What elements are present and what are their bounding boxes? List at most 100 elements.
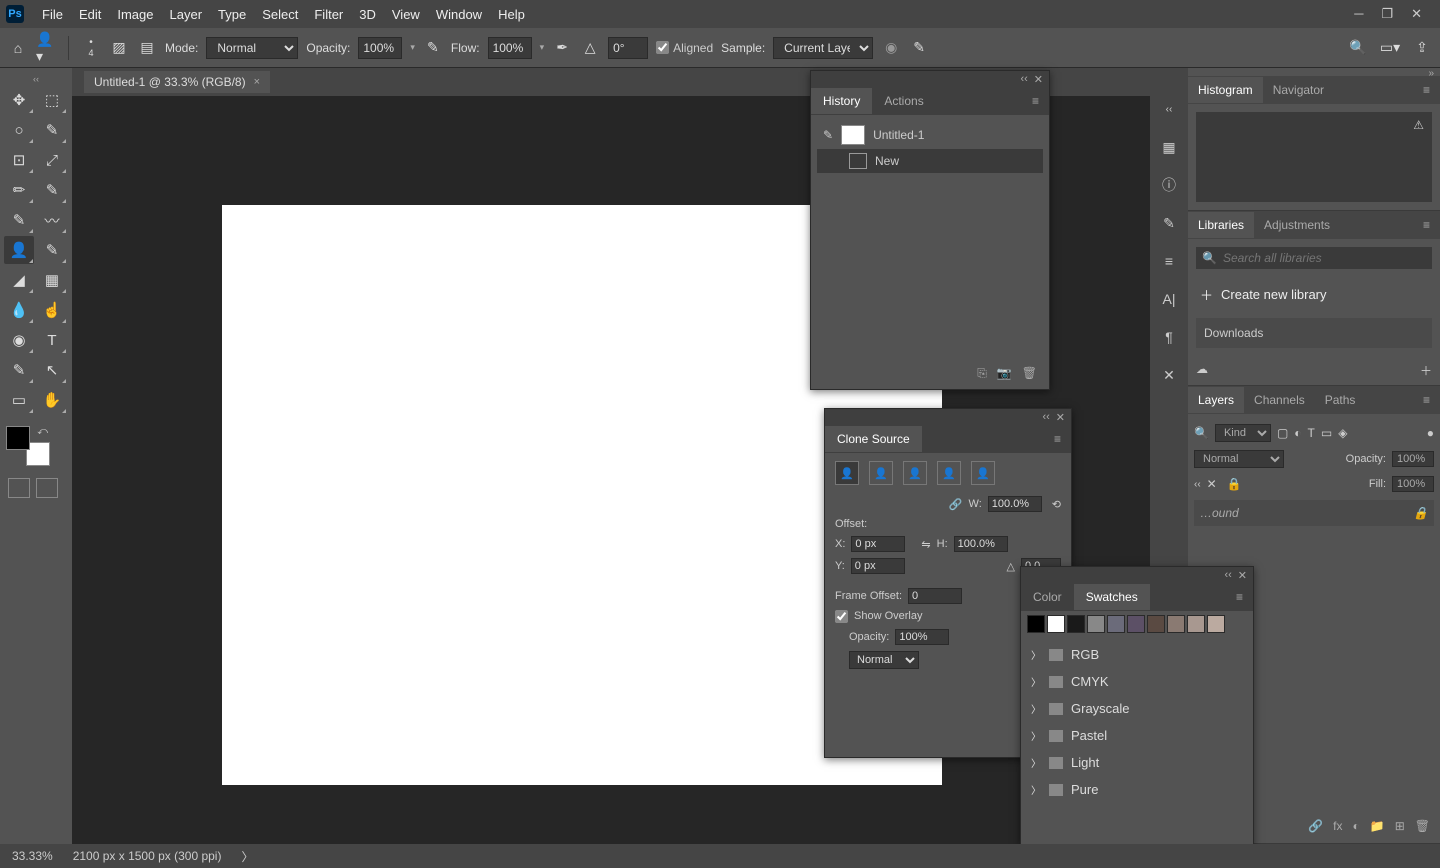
panel-collapse-icon[interactable]: ‹‹ (1020, 73, 1027, 85)
filter-pixel-icon[interactable]: ▢ (1277, 426, 1288, 440)
menu-image[interactable]: Image (109, 7, 161, 22)
tool-blur[interactable]: ▦ (37, 266, 67, 294)
filter-smart-icon[interactable]: ◈ (1338, 426, 1347, 440)
clone-y-input[interactable] (851, 558, 905, 574)
blend-mode-select[interactable]: Normal (206, 37, 298, 59)
tab-histogram[interactable]: Histogram (1188, 77, 1263, 103)
menu-layer[interactable]: Layer (162, 7, 211, 22)
panel-menu-icon[interactable]: ≡ (1413, 218, 1440, 232)
clone-source-3[interactable]: 👤 (903, 461, 927, 485)
swatch-color[interactable] (1087, 615, 1105, 633)
tool-path-select[interactable]: T (37, 326, 67, 354)
tab-paths[interactable]: Paths (1315, 387, 1366, 413)
library-search-input[interactable] (1223, 251, 1426, 265)
clone-height-input[interactable] (954, 536, 1008, 552)
tab-layers[interactable]: Layers (1188, 387, 1244, 413)
panel-close-icon[interactable]: ✕ (1056, 411, 1065, 424)
delete-layer-icon[interactable]: 🗑 (1415, 819, 1430, 833)
layer-background[interactable]: …ound 🔒 (1194, 500, 1434, 526)
swatch-folder-grayscale[interactable]: 〉Grayscale (1021, 695, 1253, 722)
minimize-icon[interactable]: ─ (1354, 6, 1363, 22)
reset-icon[interactable]: ⟲ (1052, 498, 1061, 511)
overlay-opacity-input[interactable] (895, 629, 949, 645)
lock-icon[interactable]: 🔒 (1227, 477, 1242, 491)
panel-menu-icon[interactable]: ≡ (1022, 94, 1049, 108)
tab-channels[interactable]: Channels (1244, 387, 1315, 413)
delete-state-icon[interactable]: 🗑 (1022, 366, 1037, 381)
collapse-toolbar[interactable]: ‹‹ (0, 74, 72, 82)
doc-dimensions[interactable]: 2100 px x 1500 px (300 ppi) (73, 849, 222, 863)
snapshot-icon[interactable]: 📷 (997, 366, 1012, 381)
filter-type-icon[interactable]: T (1308, 426, 1315, 440)
flow-input[interactable] (488, 37, 532, 59)
panel-close-icon[interactable]: ✕ (1238, 569, 1247, 582)
workspace-icon[interactable]: ▭▾ (1380, 38, 1400, 58)
menu-select[interactable]: Select (254, 7, 306, 22)
panel-menu-icon[interactable]: ≡ (1413, 83, 1440, 97)
tool-type[interactable]: ◉ (4, 326, 34, 354)
swatch-color[interactable] (1207, 615, 1225, 633)
add-icon[interactable]: ＋ (1420, 362, 1432, 379)
layer-opacity-input[interactable] (1392, 451, 1434, 467)
swatch-folder-rgb[interactable]: 〉RGB (1021, 641, 1253, 668)
status-flyout-icon[interactable]: 〉 (241, 848, 253, 865)
aligned-checkbox[interactable]: Aligned (656, 41, 713, 55)
collapse-strip-icon[interactable]: ‹‹ (1158, 98, 1180, 120)
new-group-icon[interactable]: 📁 (1370, 819, 1385, 833)
screen-mode-icon[interactable] (36, 478, 58, 498)
info-icon[interactable]: ⓘ (1158, 174, 1180, 196)
overlay-blend-select[interactable]: Normal (849, 651, 919, 669)
menu-view[interactable]: View (384, 7, 428, 22)
filter-adjust-icon[interactable]: ◐ (1294, 426, 1301, 440)
panel-menu-icon[interactable]: ≡ (1226, 590, 1253, 604)
swatch-folder-cmyk[interactable]: 〉CMYK (1021, 668, 1253, 695)
close-icon[interactable]: ✕ (1411, 6, 1422, 22)
layer-fill-input[interactable] (1392, 476, 1434, 492)
history-item[interactable]: New (817, 149, 1043, 173)
clone-source-4[interactable]: 👤 (937, 461, 961, 485)
filter-toggle-icon[interactable]: ● (1427, 426, 1434, 440)
ignore-adjust-icon[interactable]: ◉ (881, 38, 901, 58)
tool-move[interactable]: ✥ (4, 86, 34, 114)
tab-libraries[interactable]: Libraries (1188, 212, 1254, 238)
brush-preview[interactable]: •4 (81, 38, 101, 58)
tab-history[interactable]: History (811, 88, 872, 114)
brush-panel-icon[interactable]: ▨ (109, 38, 129, 58)
tool-more[interactable]: ✋ (37, 386, 67, 414)
brushes-icon[interactable]: ✎ (1158, 212, 1180, 234)
clone-width-input[interactable] (988, 496, 1042, 512)
swatch-folder-pastel[interactable]: 〉Pastel (1021, 722, 1253, 749)
create-library-button[interactable]: ＋ Create new library (1196, 279, 1432, 310)
show-overlay-checkbox[interactable] (835, 610, 848, 623)
link-layers-icon[interactable]: 🔗 (1308, 819, 1323, 833)
warning-icon[interactable]: ⚠ (1413, 118, 1424, 132)
menu-type[interactable]: Type (210, 7, 254, 22)
home-icon[interactable]: ⌂ (8, 38, 28, 58)
tab-actions[interactable]: Actions (872, 88, 935, 114)
properties-icon[interactable]: ▦ (1158, 136, 1180, 158)
tool-hand[interactable]: ↖ (37, 356, 67, 384)
tool-eraser[interactable]: ✎ (37, 236, 67, 264)
tool-pen[interactable]: ☝ (37, 296, 67, 324)
close-tab-icon[interactable]: × (254, 76, 260, 88)
frame-offset-input[interactable] (908, 588, 962, 604)
tool-crop[interactable]: ⊡ (4, 146, 34, 174)
swatch-color[interactable] (1067, 615, 1085, 633)
menu-file[interactable]: File (34, 7, 71, 22)
tool-spot-heal[interactable]: ✎ (37, 176, 67, 204)
panel-menu-icon[interactable]: ≡ (1413, 393, 1440, 407)
clone-source-1[interactable]: 👤 (835, 461, 859, 485)
menu-window[interactable]: Window (428, 7, 490, 22)
pressure-opacity-icon[interactable]: ✎ (423, 38, 443, 58)
swatch-color[interactable] (1047, 615, 1065, 633)
foreground-color[interactable] (6, 426, 30, 450)
document-tab[interactable]: Untitled-1 @ 33.3% (RGB/8) × (84, 71, 270, 93)
tool-clone-stamp[interactable]: 〰 (37, 206, 67, 234)
panel-close-icon[interactable]: ✕ (1207, 477, 1217, 491)
tool-presets-icon[interactable]: ✕ (1158, 364, 1180, 386)
layer-blend-select[interactable]: Normal (1194, 450, 1284, 468)
swatch-color[interactable] (1167, 615, 1185, 633)
layer-style-icon[interactable]: fx (1333, 819, 1342, 833)
menu-help[interactable]: Help (490, 7, 533, 22)
tool-quick-select[interactable]: ✎ (37, 116, 67, 144)
